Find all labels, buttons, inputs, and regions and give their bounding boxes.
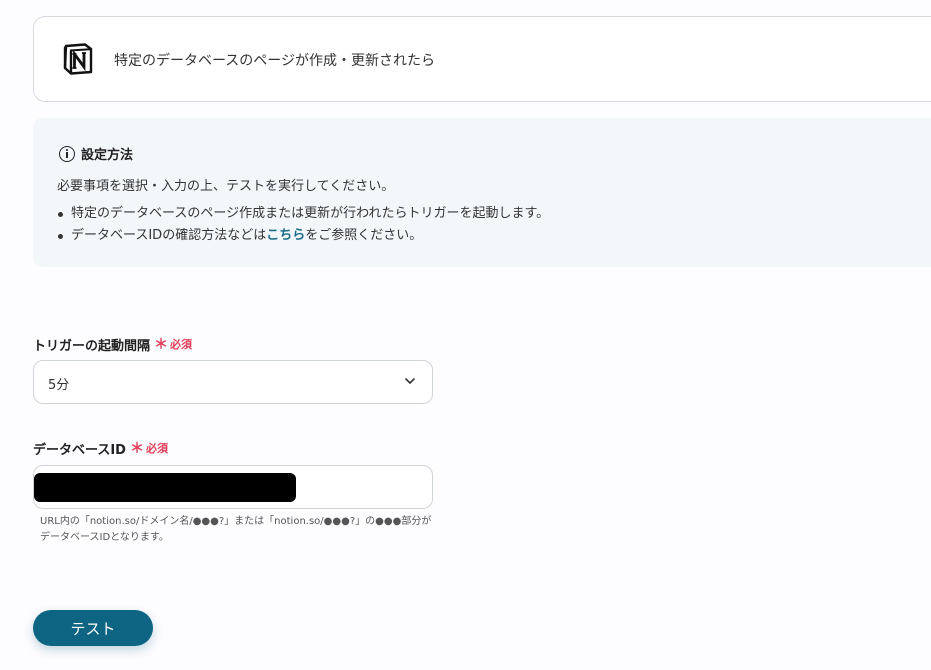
database-id-label-text: データベースID [33,442,126,458]
trigger-title: 特定のデータベースのページが作成・更新されたら [114,53,436,69]
redacted-value [34,473,296,502]
info-bullet-suffix: をご参照ください。 [305,228,423,243]
database-id-input[interactable] [33,465,433,509]
chevron-down-icon [405,378,415,384]
required-asterisk: ＊ [129,441,144,457]
required-text: 必須 [170,338,193,351]
database-id-label: データベースID ＊ 必須 [33,438,168,458]
info-bullet: データベースIDの確認方法などはこちらをご参照ください。 [57,225,549,247]
info-description: 必要事項を選択・入力の上、テストを実行してください。 [57,179,395,194]
info-header: 設定方法 [59,144,133,163]
interval-select-value: 5分 [48,378,70,393]
trigger-card[interactable]: 特定のデータベースのページが作成・更新されたら [33,16,931,102]
notion-logo-icon [63,43,93,75]
info-icon [59,145,75,162]
required-asterisk: ＊ [154,337,169,353]
info-title: 設定方法 [81,148,134,163]
interval-select[interactable]: 5分 [33,360,433,404]
info-list: 特定のデータベースのページ作成または更新が行われたらトリガーを起動します。 デー… [57,203,549,247]
interval-label: トリガーの起動間隔 ＊ 必須 [33,334,192,354]
info-bullet-prefix: データベースIDの確認方法などは [71,228,267,243]
interval-label-text: トリガーの起動間隔 [33,338,151,354]
setup-info-box: 設定方法 必要事項を選択・入力の上、テストを実行してください。 特定のデータベー… [33,118,931,267]
database-id-help: URL内の「notion.so/ドメイン名/●●●?」または「notion.so… [40,516,432,543]
test-button[interactable]: テスト [33,610,153,646]
info-bullet: 特定のデータベースのページ作成または更新が行われたらトリガーを起動します。 [57,203,549,225]
help-link[interactable]: こちら [266,228,305,243]
required-text: 必須 [145,442,168,455]
page: 特定のデータベースのページが作成・更新されたら 設定方法 必要事項を選択・入力の… [0,0,931,670]
